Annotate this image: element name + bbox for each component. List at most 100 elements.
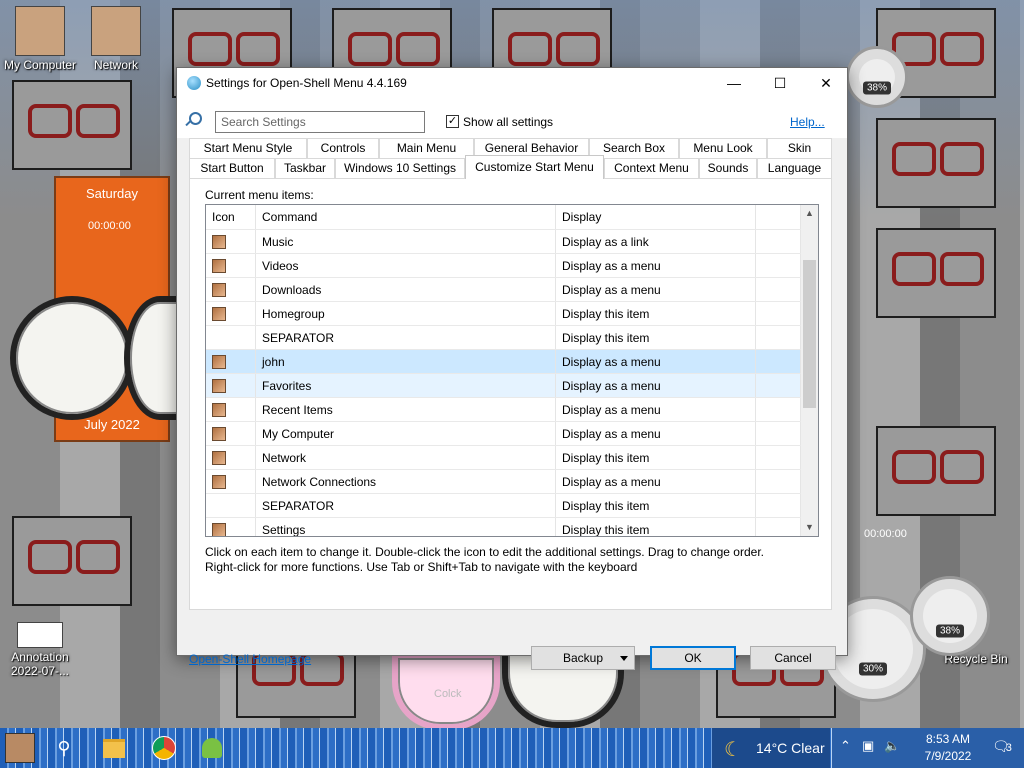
menu-item-icon: [212, 523, 226, 536]
row-icon-cell[interactable]: [206, 422, 256, 446]
column-header-icon[interactable]: Icon: [206, 205, 256, 229]
row-blank-cell: [756, 470, 801, 494]
table-row[interactable]: SEPARATOR Display this item: [206, 325, 801, 350]
cute-clock: Colck: [392, 652, 500, 728]
weather-widget[interactable]: ☾ 14°C Clear: [712, 728, 830, 768]
row-icon-cell[interactable]: [206, 398, 256, 422]
search-icon[interactable]: ⚲: [48, 732, 80, 764]
table-row[interactable]: Network Display this item: [206, 445, 801, 470]
tab-windows-10-settings[interactable]: Windows 10 Settings: [335, 158, 465, 178]
moon-icon: ☾: [724, 739, 742, 761]
table-row[interactable]: Favorites Display as a menu: [206, 373, 801, 398]
row-icon-cell[interactable]: [206, 254, 256, 278]
table-row[interactable]: Recent Items Display as a menu: [206, 397, 801, 422]
menu-item-icon: [212, 307, 226, 321]
start-button[interactable]: [4, 732, 36, 764]
network-icon[interactable]: ▣: [862, 738, 874, 754]
notification-icon[interactable]: 🗨3: [992, 738, 1012, 755]
list-scrollbar[interactable]: ▲ ▼: [801, 205, 818, 536]
tab-sounds[interactable]: Sounds: [699, 158, 757, 178]
tab-taskbar[interactable]: Taskbar: [275, 158, 335, 178]
desktop-icon-my-computer[interactable]: My Computer: [0, 6, 80, 72]
table-row[interactable]: Settings Display this item: [206, 517, 801, 536]
row-icon-cell[interactable]: [206, 470, 256, 494]
tab-main-menu[interactable]: Main Menu: [379, 138, 474, 158]
menu-item-icon: [212, 379, 226, 393]
wallpaper-tile: [12, 516, 132, 606]
table-row[interactable]: SEPARATOR Display this item: [206, 493, 801, 518]
tab-context-menu[interactable]: Context Menu: [604, 158, 699, 178]
menu-item-icon: [212, 235, 226, 249]
table-row[interactable]: Music Display as a link: [206, 229, 801, 254]
row-icon-cell[interactable]: [206, 446, 256, 470]
row-command: My Computer: [256, 422, 556, 446]
scroll-up-arrow-icon[interactable]: ▲: [801, 205, 818, 222]
tab-menu-look[interactable]: Menu Look: [679, 138, 767, 158]
clock-date[interactable]: 7/9/2022: [918, 749, 978, 763]
row-command: Videos: [256, 254, 556, 278]
show-all-checkbox[interactable]: ✓: [446, 115, 459, 128]
gauge-value: 30%: [858, 662, 888, 676]
search-input[interactable]: [215, 111, 425, 133]
row-icon-cell[interactable]: [206, 278, 256, 302]
close-button[interactable]: ✕: [803, 68, 849, 98]
row-icon-cell[interactable]: [206, 326, 256, 350]
row-display: Display as a menu: [556, 350, 756, 374]
ok-button[interactable]: OK: [650, 646, 736, 670]
table-row[interactable]: john Display as a menu: [206, 349, 801, 374]
row-icon-cell[interactable]: [206, 302, 256, 326]
homepage-link[interactable]: Open-Shell Homepage: [189, 652, 311, 666]
row-icon-cell[interactable]: [206, 374, 256, 398]
row-icon-cell[interactable]: [206, 230, 256, 254]
desktop-icon-annotation[interactable]: Annotation 2022-07-...: [0, 622, 80, 678]
table-row[interactable]: My Computer Display as a menu: [206, 421, 801, 446]
row-display: Display as a menu: [556, 254, 756, 278]
chrome-logo-icon: [152, 736, 176, 760]
column-header-display[interactable]: Display: [556, 205, 756, 229]
row-display: Display this item: [556, 518, 756, 536]
tab-customize-start-menu[interactable]: Customize Start Menu: [465, 155, 604, 179]
chrome-icon[interactable]: [148, 732, 180, 764]
minimize-button[interactable]: —: [711, 68, 757, 98]
menu-item-icon: [212, 259, 226, 273]
timer-label: 00:00:00: [864, 528, 907, 540]
tab-skin[interactable]: Skin: [767, 138, 832, 158]
current-menu-items-label: Current menu items:: [205, 188, 314, 202]
file-explorer-icon[interactable]: [98, 732, 130, 764]
backup-button[interactable]: Backup: [531, 646, 635, 670]
weather-text: 14°C Clear: [756, 740, 825, 756]
desktop-icon-network[interactable]: Network: [76, 6, 156, 72]
android-icon[interactable]: [196, 732, 228, 764]
tab-start-button[interactable]: Start Button: [189, 158, 275, 178]
row-command: Settings: [256, 518, 556, 536]
maximize-button[interactable]: ☐: [757, 68, 803, 98]
row-blank-cell: [756, 350, 801, 374]
column-header-command[interactable]: Command: [256, 205, 556, 229]
scroll-thumb[interactable]: [803, 260, 816, 408]
clock-time[interactable]: 8:53 AM: [918, 732, 978, 746]
timer-label: 00:00:00: [88, 220, 131, 232]
tab-language[interactable]: Language: [757, 158, 832, 178]
volume-icon[interactable]: 🔈: [884, 738, 900, 754]
menu-items-list[interactable]: Icon Command Display Music Display as a l…: [205, 204, 819, 537]
tab-controls[interactable]: Controls: [307, 138, 379, 158]
row-icon-cell[interactable]: [206, 350, 256, 374]
chevron-up-icon[interactable]: ⌃: [840, 738, 851, 754]
scroll-down-arrow-icon[interactable]: ▼: [801, 519, 818, 536]
help-link[interactable]: Help...: [790, 115, 825, 129]
table-row[interactable]: Homegroup Display this item: [206, 301, 801, 326]
cancel-button[interactable]: Cancel: [750, 646, 836, 670]
system-tray: ⌃ ▣ 🔈 8:53 AM 7/9/2022 🗨3: [832, 728, 1024, 768]
row-icon-cell[interactable]: [206, 518, 256, 536]
tab-start-menu-style[interactable]: Start Menu Style: [189, 138, 307, 158]
row-blank-cell: [756, 278, 801, 302]
row-display: Display as a menu: [556, 470, 756, 494]
row-blank-cell: [756, 326, 801, 350]
title-bar[interactable]: Settings for Open-Shell Menu 4.4.169 — ☐…: [177, 68, 847, 98]
table-row[interactable]: Network Connections Display as a menu: [206, 469, 801, 494]
row-icon-cell[interactable]: [206, 494, 256, 518]
network-icon: [91, 6, 141, 56]
wallpaper-tile: [12, 80, 132, 170]
table-row[interactable]: Videos Display as a menu: [206, 253, 801, 278]
table-row[interactable]: Downloads Display as a menu: [206, 277, 801, 302]
